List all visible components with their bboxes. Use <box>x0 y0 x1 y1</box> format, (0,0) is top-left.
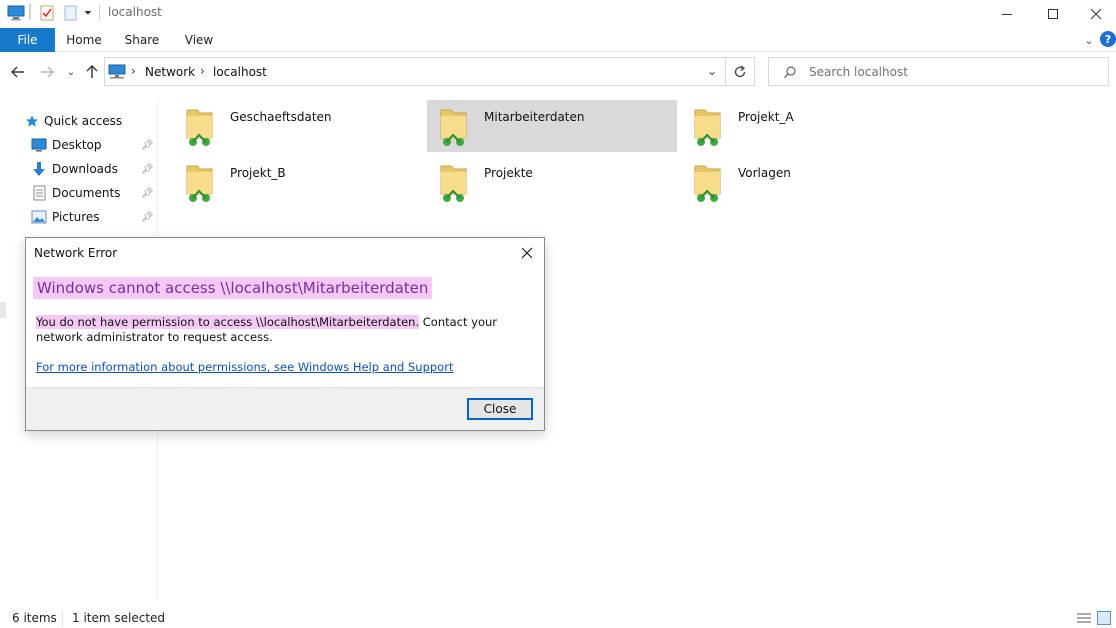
network-folder-icon <box>694 165 721 202</box>
refresh-button[interactable] <box>726 57 755 86</box>
properties-icon[interactable] <box>38 4 56 22</box>
tab-share[interactable]: Share <box>120 28 164 52</box>
forward-button[interactable] <box>37 62 57 82</box>
pin-icon[interactable]: 📌︎ <box>141 140 154 151</box>
breadcrumb-localhost[interactable]: localhost <box>213 65 267 79</box>
sidebar-item-quick-access[interactable]: Quick access <box>0 110 158 132</box>
folder-item-projekt-b[interactable]: Projekt_B <box>173 156 423 208</box>
network-error-dialog: Network Error Windows cannot access \\lo… <box>25 237 545 431</box>
address-dropdown-icon[interactable]: ⌄ <box>707 64 717 78</box>
window-title: localhost <box>108 5 162 19</box>
title-separator <box>99 5 100 21</box>
folder-name: Projekte <box>484 166 533 180</box>
help-icon[interactable]: ? <box>1100 31 1116 47</box>
close-button[interactable]: Close <box>467 398 533 420</box>
dialog-message-highlight: You do not have permission to access \\l… <box>36 315 420 329</box>
folder-name: Projekt_B <box>230 166 286 180</box>
search-box[interactable]: Search localhost <box>768 57 1109 86</box>
toolbar-separator <box>29 4 31 20</box>
network-folder-icon <box>694 109 721 146</box>
network-icon <box>108 64 126 82</box>
dialog-footer: Close <box>26 387 544 430</box>
dialog-title: Network Error <box>34 246 118 260</box>
address-bar[interactable]: › Network › localhost ⌄ <box>104 57 726 86</box>
tab-home[interactable]: Home <box>62 28 106 52</box>
sidebar-item-downloads[interactable]: Downloads 📌︎ <box>0 158 158 180</box>
details-view-icon[interactable] <box>1077 612 1091 627</box>
dialog-close-icon[interactable] <box>510 238 544 268</box>
dialog-heading: Windows cannot access \\localhost\Mitarb… <box>33 277 433 299</box>
recent-locations-icon[interactable]: ⌄ <box>61 62 81 82</box>
search-icon <box>783 65 797 82</box>
sidebar-item-label: Pictures <box>52 210 100 224</box>
folder-name: Mitarbeiterdaten <box>484 110 585 124</box>
minimize-button[interactable] <box>984 0 1030 28</box>
search-input[interactable]: Search localhost <box>809 65 908 79</box>
sidebar-item-label: Downloads <box>52 162 118 176</box>
sidebar-item-pictures[interactable]: Pictures 📌︎ <box>0 206 158 228</box>
folder-item-projekt-a[interactable]: Projekt_A <box>681 100 931 152</box>
tab-view[interactable]: View <box>178 28 220 52</box>
network-folder-icon <box>186 109 213 146</box>
computer-icon[interactable] <box>6 4 26 22</box>
sidebar-selection-fragment <box>0 302 6 318</box>
sidebar-item-label: Desktop <box>52 138 102 152</box>
sidebar-item-label: Quick access <box>44 114 123 128</box>
breadcrumb-network[interactable]: Network <box>145 65 195 79</box>
expand-ribbon-icon[interactable]: ⌄ <box>1080 28 1098 52</box>
star-icon <box>24 113 40 129</box>
up-button[interactable] <box>82 62 102 82</box>
pictures-icon <box>31 209 47 225</box>
status-selection: 1 item selected <box>72 611 166 625</box>
folder-name: Vorlagen <box>738 166 791 180</box>
sidebar-item-desktop[interactable]: Desktop 📌︎ <box>0 134 158 156</box>
status-item-count: 6 items <box>12 611 57 625</box>
network-folder-icon <box>440 165 467 202</box>
breadcrumb-separator: › <box>200 64 205 78</box>
customize-toolbar-icon[interactable]: ⏷ <box>81 4 95 22</box>
dialog-message: You do not have permission to access \\l… <box>36 315 536 345</box>
close-window-button[interactable] <box>1076 0 1116 28</box>
ribbon-tabs: File Home Share View ⌄ ? <box>0 28 1116 52</box>
network-folder-icon <box>440 109 467 146</box>
status-separator <box>62 611 63 627</box>
folder-name: Projekt_A <box>738 110 794 124</box>
new-folder-icon[interactable] <box>62 4 78 22</box>
folder-item-mitarbeiterdaten[interactable]: Mitarbeiterdaten <box>427 100 677 152</box>
sidebar-item-documents[interactable]: Documents 📌︎ <box>0 182 158 204</box>
network-folder-icon <box>186 165 213 202</box>
maximize-button[interactable] <box>1030 0 1076 28</box>
large-icons-view-icon[interactable] <box>1097 611 1111 625</box>
pin-icon[interactable]: 📌︎ <box>141 188 154 199</box>
help-link[interactable]: For more information about permissions, … <box>36 360 453 374</box>
folder-item-projekte[interactable]: Projekte <box>427 156 677 208</box>
back-button[interactable] <box>8 62 28 82</box>
folder-item-vorlagen[interactable]: Vorlagen <box>681 156 931 208</box>
pin-icon[interactable]: 📌︎ <box>141 164 154 175</box>
pin-icon[interactable]: 📌︎ <box>141 212 154 223</box>
folder-name: Geschaeftsdaten <box>230 110 332 124</box>
sidebar-item-label: Documents <box>52 186 121 200</box>
desktop-icon <box>31 137 47 153</box>
title-bar: ⏷ localhost <box>0 0 1116 28</box>
document-icon <box>31 185 47 201</box>
tab-file[interactable]: File <box>0 28 55 52</box>
breadcrumb-separator: › <box>131 64 136 78</box>
folder-item-geschaeftsdaten[interactable]: Geschaeftsdaten <box>173 100 423 152</box>
download-icon <box>31 161 47 177</box>
